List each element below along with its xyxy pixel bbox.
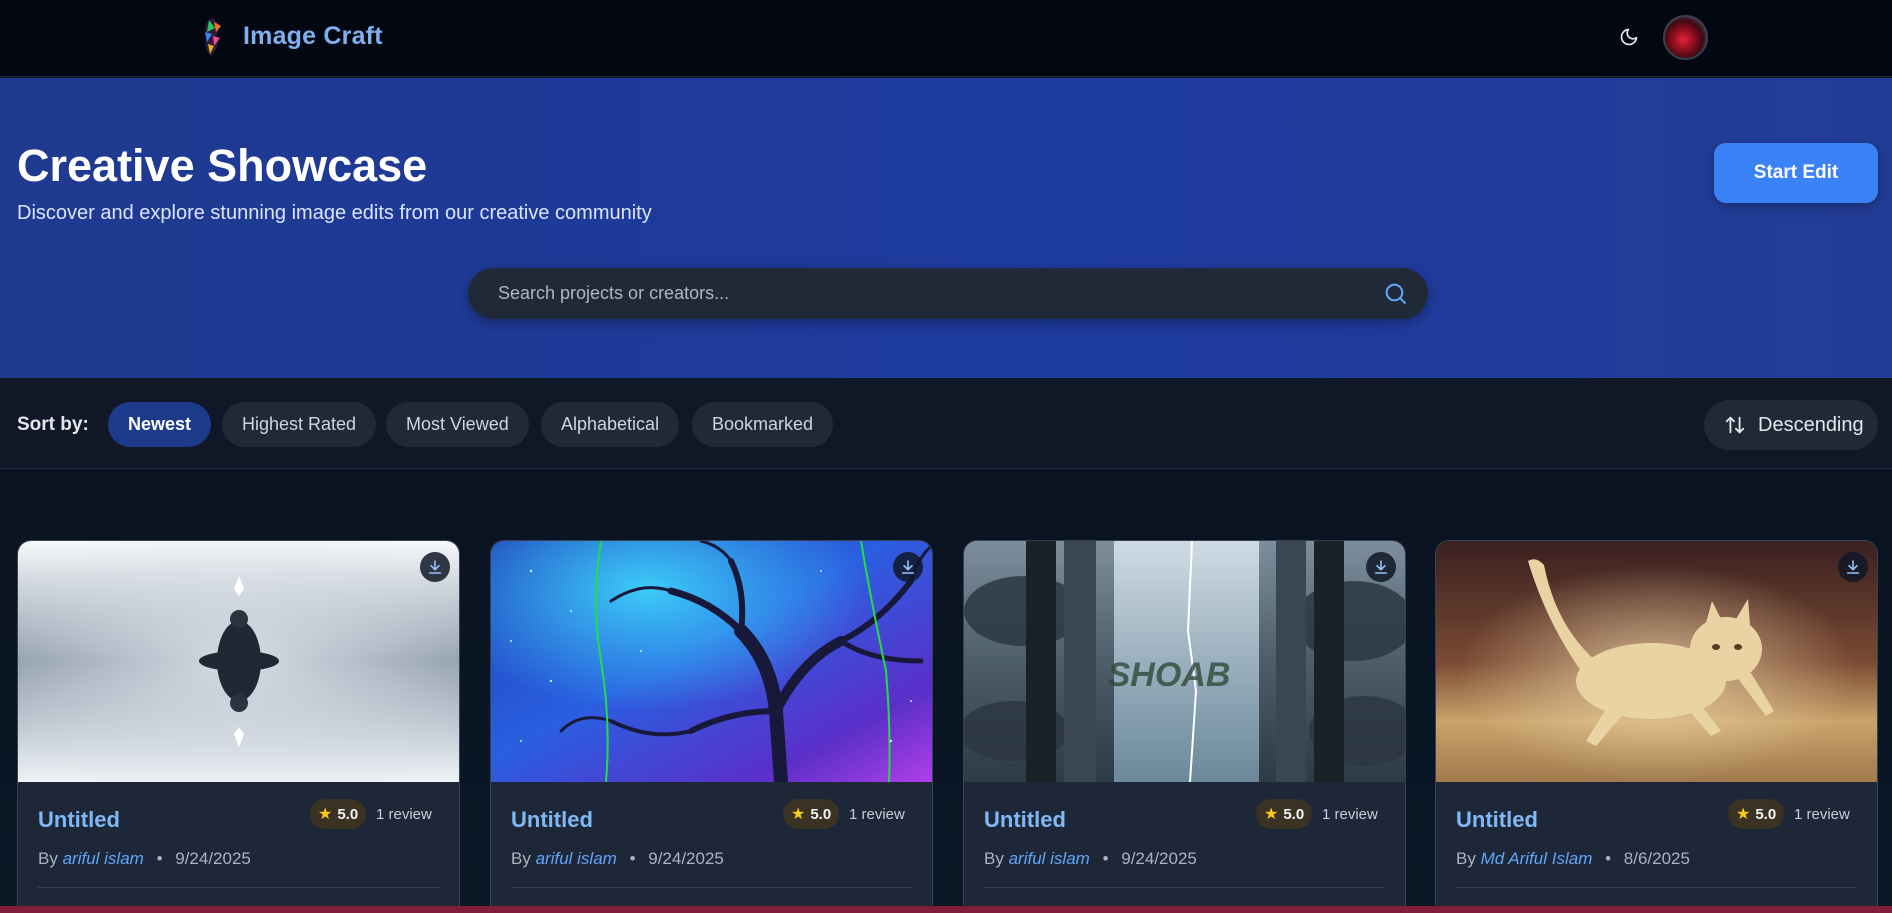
card-byline: By ariful islam • 9/24/2025 <box>38 849 251 869</box>
rating-badge: ★ 5.0 <box>1728 799 1785 829</box>
project-card[interactable]: Untitled ★ 5.0 1 review By ariful islam … <box>490 540 933 913</box>
thumbnail-image <box>1436 541 1877 782</box>
separator-dot: • <box>629 849 636 868</box>
project-card[interactable]: SHOAB Untitled ★ 5.0 1 review By ariful … <box>963 540 1406 913</box>
start-edit-button[interactable]: Start Edit <box>1714 143 1878 203</box>
download-button[interactable] <box>893 552 923 582</box>
download-button[interactable] <box>420 552 450 582</box>
separator-dot: • <box>1102 849 1109 868</box>
sort-arrows-icon <box>1725 416 1745 434</box>
search-icon[interactable] <box>1383 281 1408 306</box>
brand-logo-icon <box>204 18 221 56</box>
thumbnail-image: SHOAB <box>964 541 1405 782</box>
review-count: 1 review <box>1794 806 1850 823</box>
search-input[interactable] <box>468 268 1368 319</box>
card-title[interactable]: Untitled <box>38 807 120 833</box>
card-thumbnail[interactable] <box>18 541 459 782</box>
star-icon: ★ <box>318 806 333 823</box>
author-link[interactable]: Md Ariful Islam <box>1481 849 1593 868</box>
theme-toggle-button[interactable] <box>1614 22 1644 52</box>
by-label: By <box>1456 849 1476 868</box>
card-date: 9/24/2025 <box>648 849 724 868</box>
download-icon <box>428 560 442 574</box>
card-divider <box>511 887 912 888</box>
page-subtitle: Discover and explore stunning image edit… <box>17 202 652 224</box>
card-date: 8/6/2025 <box>1623 849 1690 868</box>
author-link[interactable]: ariful islam <box>63 849 144 868</box>
sort-chip-bookmarked[interactable]: Bookmarked <box>692 402 834 447</box>
separator-dot: • <box>1605 849 1612 868</box>
by-label: By <box>38 849 58 868</box>
gallery: Untitled ★ 5.0 1 review By ariful islam … <box>0 470 1892 913</box>
download-icon <box>1374 560 1388 574</box>
card-divider <box>984 887 1385 888</box>
rating-value: 5.0 <box>337 805 359 823</box>
card-title[interactable]: Untitled <box>984 807 1066 833</box>
download-button[interactable] <box>1838 552 1868 582</box>
card-date: 9/24/2025 <box>175 849 251 868</box>
hero-section: Creative Showcase Discover and explore s… <box>0 78 1892 378</box>
review-count: 1 review <box>376 806 432 823</box>
sort-chip-alphabetical[interactable]: Alphabetical <box>541 402 680 447</box>
download-icon <box>1846 560 1860 574</box>
bottom-edge-bar <box>0 906 1892 913</box>
card-divider <box>1456 887 1857 888</box>
thumbnail-image <box>18 541 459 782</box>
sort-order-label: Descending <box>1758 413 1864 436</box>
search-bar <box>468 268 1428 319</box>
card-divider <box>38 887 439 888</box>
brand-name: Image Craft <box>243 21 383 50</box>
rating-badge: ★ 5.0 <box>310 799 367 829</box>
separator-dot: • <box>156 849 163 868</box>
card-byline: By Md Ariful Islam • 8/6/2025 <box>1456 849 1690 869</box>
card-thumbnail[interactable] <box>491 541 932 782</box>
project-card[interactable]: Untitled ★ 5.0 1 review By Md Ariful Isl… <box>1435 540 1878 913</box>
rating-value: 5.0 <box>810 805 832 823</box>
brand[interactable]: Image Craft <box>195 12 383 60</box>
sort-order-button[interactable]: Descending <box>1704 400 1878 450</box>
top-navbar: Image Craft <box>0 0 1892 77</box>
download-icon <box>901 560 915 574</box>
rating-badge: ★ 5.0 <box>783 799 840 829</box>
author-link[interactable]: ariful islam <box>1009 849 1090 868</box>
sort-bar: Sort by: Newest Highest Rated Most Viewe… <box>0 378 1892 469</box>
rating-value: 5.0 <box>1755 805 1777 823</box>
moon-icon <box>1620 28 1638 46</box>
review-count: 1 review <box>1322 806 1378 823</box>
by-label: By <box>984 849 1004 868</box>
sort-chip-highest-rated[interactable]: Highest Rated <box>222 402 377 447</box>
thumbnail-watermark: SHOAB <box>1108 656 1231 694</box>
sort-chip-newest[interactable]: Newest <box>108 402 212 447</box>
card-date: 9/24/2025 <box>1121 849 1197 868</box>
card-byline: By ariful islam • 9/24/2025 <box>984 849 1197 869</box>
user-avatar[interactable] <box>1663 15 1708 60</box>
page-title: Creative Showcase <box>17 140 428 191</box>
card-title[interactable]: Untitled <box>511 807 593 833</box>
review-count: 1 review <box>849 806 905 823</box>
author-link[interactable]: ariful islam <box>536 849 617 868</box>
star-icon: ★ <box>1264 806 1279 823</box>
card-byline: By ariful islam • 9/24/2025 <box>511 849 724 869</box>
project-card[interactable]: Untitled ★ 5.0 1 review By ariful islam … <box>17 540 460 913</box>
thumbnail-image <box>491 541 932 782</box>
star-icon: ★ <box>1736 806 1751 823</box>
sort-chip-most-viewed[interactable]: Most Viewed <box>386 402 529 447</box>
sort-label: Sort by: <box>17 414 89 435</box>
card-thumbnail[interactable]: SHOAB <box>964 541 1405 782</box>
card-thumbnail[interactable] <box>1436 541 1877 782</box>
download-button[interactable] <box>1366 552 1396 582</box>
rating-value: 5.0 <box>1283 805 1305 823</box>
card-title[interactable]: Untitled <box>1456 807 1538 833</box>
rating-badge: ★ 5.0 <box>1256 799 1313 829</box>
star-icon: ★ <box>791 806 806 823</box>
by-label: By <box>511 849 531 868</box>
